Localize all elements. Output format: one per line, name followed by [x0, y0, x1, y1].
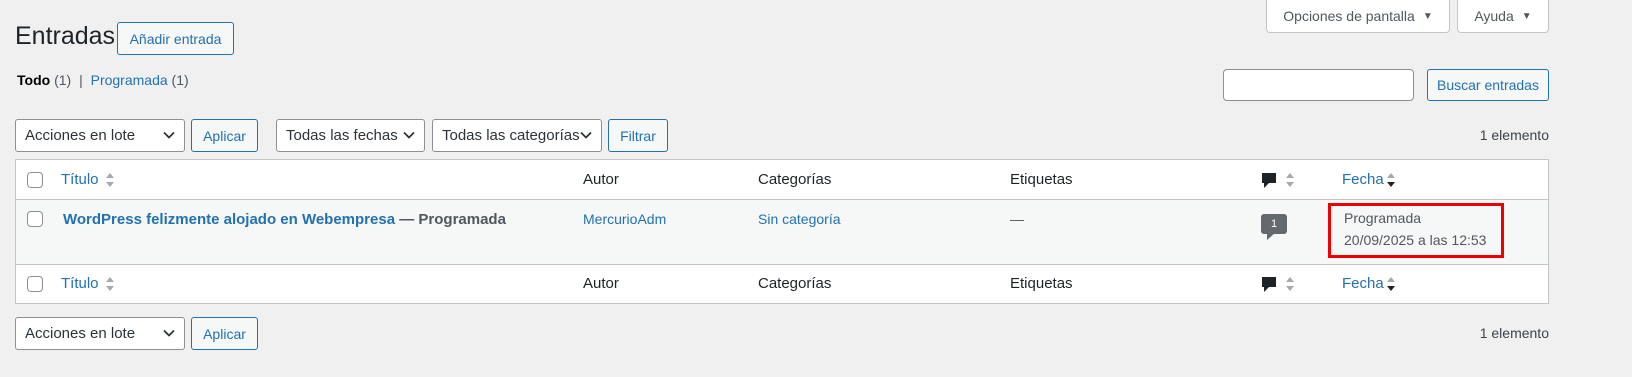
screen-options-button[interactable]: Opciones de pantalla ▼	[1266, 0, 1450, 33]
post-tags: —	[1010, 211, 1024, 227]
select-all-checkbox[interactable]	[27, 172, 43, 188]
column-tags-footer: Etiquetas	[1010, 275, 1073, 292]
help-label: Ayuda	[1474, 8, 1514, 24]
column-author-footer: Autor	[583, 275, 619, 292]
bubble-tail-icon	[1267, 233, 1275, 240]
item-count: 1 elemento	[1479, 127, 1549, 143]
column-tags-header: Etiquetas	[1010, 171, 1073, 188]
screen-options-label: Opciones de pantalla	[1283, 8, 1415, 24]
bulk-actions-select-bottom[interactable]: Acciones en lote	[15, 317, 185, 350]
apply-bulk-button[interactable]: Aplicar	[191, 119, 258, 152]
view-all-link[interactable]: Todo	[17, 72, 50, 88]
chevron-down-icon	[403, 131, 415, 139]
apply-bulk-button-bottom[interactable]: Aplicar	[191, 317, 258, 350]
post-author-link[interactable]: MercurioAdm	[583, 211, 666, 227]
column-title-footer[interactable]: Título	[61, 275, 99, 292]
chevron-down-icon	[163, 329, 175, 337]
dates-filter-value: Todas las fechas	[286, 127, 398, 144]
page-title: Entradas	[15, 22, 116, 50]
search-input[interactable]	[1223, 69, 1414, 101]
column-author-header: Autor	[583, 171, 619, 188]
comment-count: 1	[1270, 218, 1278, 230]
chevron-down-icon	[163, 131, 175, 139]
bulk-actions-value: Acciones en lote	[25, 127, 136, 144]
bulk-actions-value: Acciones en lote	[25, 325, 136, 342]
column-categories-footer: Categorías	[758, 275, 832, 292]
divider	[16, 199, 1548, 200]
help-button[interactable]: Ayuda ▼	[1457, 0, 1549, 33]
comment-count-bubble[interactable]: 1	[1261, 214, 1287, 234]
date-value: 20/09/2025 a las 12:53	[1344, 232, 1487, 248]
filter-button[interactable]: Filtrar	[608, 119, 668, 152]
select-all-checkbox-footer[interactable]	[27, 276, 43, 292]
view-filters: Todo (1) | Programada (1)	[17, 72, 189, 88]
sort-icon[interactable]	[105, 275, 115, 293]
view-scheduled-count: (1)	[171, 72, 189, 88]
view-all-count: (1)	[54, 72, 72, 88]
comment-icon	[1262, 277, 1276, 292]
sort-icon[interactable]	[1285, 171, 1295, 189]
view-separator: |	[79, 72, 83, 88]
search-posts-button[interactable]: Buscar entradas	[1427, 69, 1549, 101]
sort-icon[interactable]	[105, 171, 115, 189]
categories-filter-select[interactable]: Todas las categorías	[432, 119, 602, 152]
view-scheduled-link[interactable]: Programada	[91, 72, 168, 88]
column-title-header[interactable]: Título	[61, 171, 99, 188]
row-checkbox[interactable]	[27, 211, 43, 227]
categories-filter-value: Todas las categorías	[442, 127, 580, 144]
chevron-down-icon	[580, 131, 592, 139]
caret-down-icon: ▼	[1521, 10, 1532, 22]
sort-icon[interactable]	[1285, 275, 1295, 293]
column-categories-header: Categorías	[758, 171, 832, 188]
post-category-link[interactable]: Sin categoría	[758, 211, 841, 227]
divider	[16, 264, 1548, 265]
date-status: Programada	[1344, 210, 1422, 226]
dates-filter-select[interactable]: Todas las fechas	[276, 119, 425, 152]
item-count-bottom: 1 elemento	[1479, 325, 1549, 341]
bulk-actions-select[interactable]: Acciones en lote	[15, 119, 185, 152]
sort-desc-icon[interactable]	[1386, 275, 1396, 293]
posts-table: Título Autor Categorías Etiquetas Fecha …	[15, 159, 1549, 304]
sort-desc-icon[interactable]	[1386, 171, 1396, 189]
table-row	[16, 200, 1548, 264]
caret-down-icon: ▼	[1422, 10, 1433, 22]
comment-icon	[1262, 173, 1276, 188]
add-new-post-button[interactable]: Añadir entrada	[117, 22, 234, 55]
column-date-footer[interactable]: Fecha	[1342, 275, 1384, 292]
post-title-link[interactable]: WordPress felizmente alojado en Webempre…	[63, 211, 395, 228]
column-date-header[interactable]: Fecha	[1342, 171, 1384, 188]
post-title-cell: WordPress felizmente alojado en Webempre…	[63, 211, 506, 228]
post-state: — Programada	[395, 211, 506, 228]
